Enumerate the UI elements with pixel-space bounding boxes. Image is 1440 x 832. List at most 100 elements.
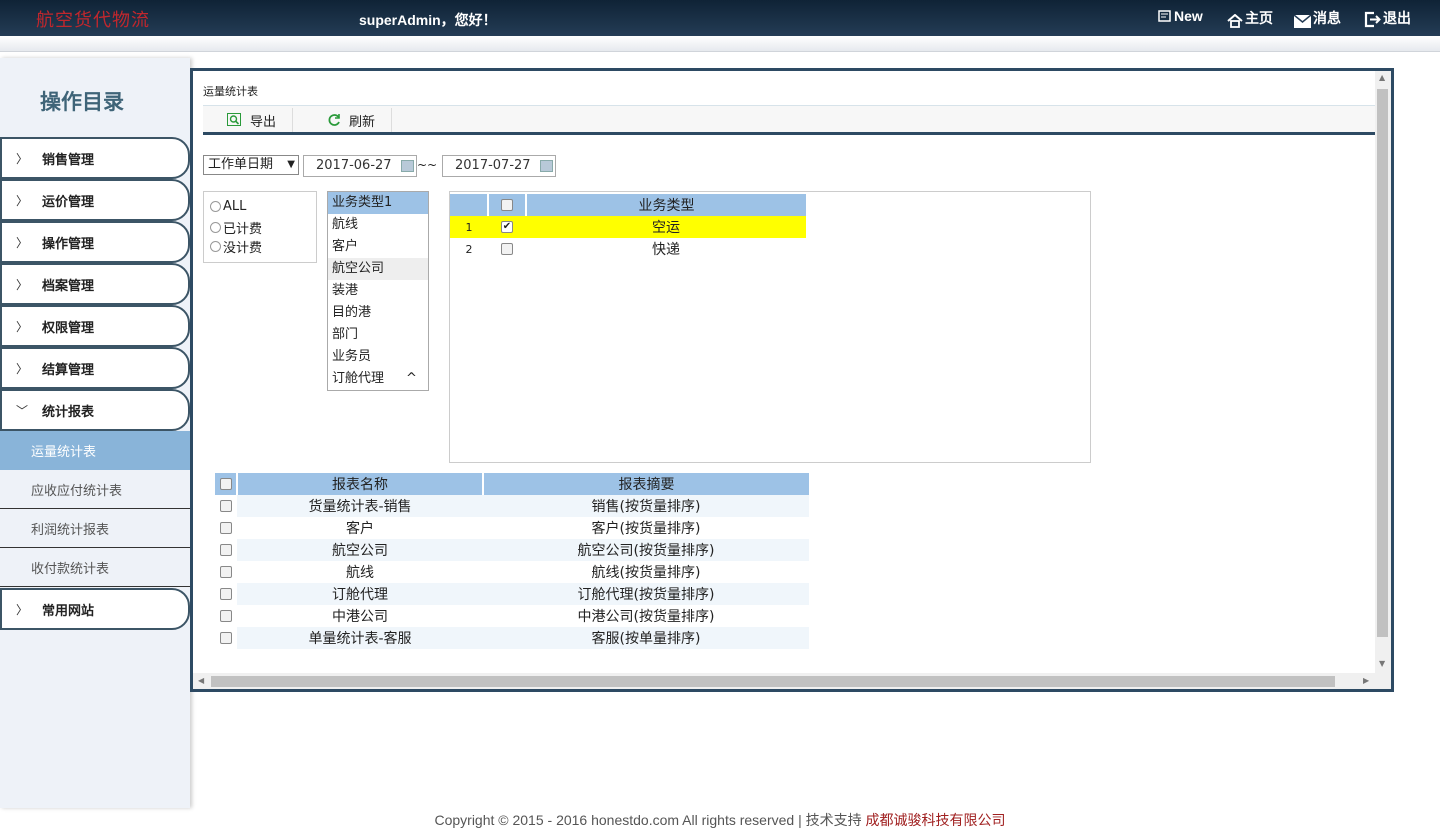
sidebar-menu-sales[interactable]: 〉销售管理: [0, 137, 190, 179]
table-row[interactable]: 1 ✔ 空运: [450, 216, 806, 238]
sidebar-menu-websites[interactable]: 〉常用网站: [0, 588, 190, 630]
row-checkbox-cell: [215, 495, 237, 517]
sidebar-menu-settlement[interactable]: 〉结算管理: [0, 347, 190, 389]
date-to-input[interactable]: 2017-07-27: [442, 155, 556, 177]
row-checkbox-cell: [215, 583, 237, 605]
footer: Copyright © 2015 - 2016 honestdo.com All…: [0, 810, 1440, 830]
fee-radio-all[interactable]: ALL: [210, 199, 246, 214]
sidebar-menu-archive[interactable]: 〉档案管理: [0, 263, 190, 305]
sidebar-menu-reports[interactable]: ﹀ 统计报表: [0, 389, 190, 431]
scroll-right-arrow-icon[interactable]: ▶: [1363, 676, 1369, 685]
home-icon: [1227, 14, 1243, 28]
vertical-scrollbar[interactable]: ▲ ▼: [1375, 71, 1391, 689]
row-checkbox[interactable]: [220, 588, 232, 600]
radio-icon[interactable]: [210, 201, 221, 212]
table-row[interactable]: 单量统计表-客服 客服(按单量排序): [215, 627, 809, 649]
horizontal-scroll-thumb[interactable]: [211, 676, 1335, 687]
scroll-up-arrow-icon[interactable]: ▲: [1379, 73, 1385, 82]
table-row[interactable]: 货量统计表-销售 销售(按货量排序): [215, 495, 809, 517]
menu-label: 销售管理: [42, 152, 95, 168]
list-item[interactable]: 目的港: [328, 302, 428, 324]
list-item[interactable]: 订舱代理 ^: [328, 368, 428, 390]
business-type-grid: 业务类型 1 ✔ 空运 2 快递: [450, 194, 806, 260]
nav-logout-button[interactable]: 退出: [1364, 8, 1411, 28]
refresh-button[interactable]: 刷新: [303, 108, 393, 132]
content-frame: 运量统计表 导出 刷新 工作单日期 ▼ 2017-06-27 ~~ 2017-0…: [190, 68, 1394, 692]
vertical-scroll-thumb[interactable]: [1377, 89, 1388, 637]
list-item[interactable]: 航空公司: [328, 258, 428, 280]
footer-company-link[interactable]: 成都诚骏科技有限公司: [866, 812, 1006, 828]
row-checkbox[interactable]: [220, 500, 232, 512]
chevron-right-icon: 〉: [15, 151, 28, 166]
select-all-checkbox[interactable]: [219, 478, 232, 490]
list-item[interactable]: 业务类型1: [328, 192, 428, 214]
row-checkbox[interactable]: [220, 610, 232, 622]
sidebar-menu-pricing[interactable]: 〉运价管理: [0, 179, 190, 221]
export-button[interactable]: 导出: [203, 108, 294, 132]
table-row[interactable]: 中港公司 中港公司(按货量排序): [215, 605, 809, 627]
nav-new-button[interactable]: New: [1158, 8, 1203, 24]
fee-filter-group: ALL 已计费 没计费: [203, 191, 317, 263]
row-checkbox[interactable]: [220, 566, 232, 578]
table-row[interactable]: 航线 航线(按货量排序): [215, 561, 809, 583]
menu-label: 统计报表: [42, 404, 95, 420]
list-item[interactable]: 业务员: [328, 346, 428, 368]
sidebar: 操作目录 〉销售管理 〉运价管理 〉操作管理 〉档案管理 〉权限管理 〉结算管理…: [0, 58, 190, 808]
submenu-payment-report[interactable]: 收付款统计表: [0, 548, 190, 587]
app-logo: 航空货代物流: [36, 10, 150, 31]
calendar-icon[interactable]: [401, 160, 414, 172]
radio-icon[interactable]: [210, 222, 221, 233]
dropdown-arrow-icon: ▼: [287, 159, 295, 170]
row-checkbox-cell: ✔: [488, 216, 526, 238]
select-all-checkbox[interactable]: [501, 199, 513, 211]
list-item[interactable]: 装港: [328, 280, 428, 302]
report-summary: 订舱代理(按货量排序): [483, 583, 809, 605]
table-row[interactable]: 航空公司 航空公司(按货量排序): [215, 539, 809, 561]
fee-radio-charged[interactable]: 已计费: [210, 218, 262, 237]
date-from-input[interactable]: 2017-06-27: [303, 155, 417, 177]
list-item[interactable]: 航线: [328, 214, 428, 236]
row-checkbox-cell: [215, 561, 237, 583]
row-checkbox[interactable]: [220, 544, 232, 556]
report-name: 航线: [346, 565, 374, 581]
logout-icon: [1364, 11, 1381, 28]
user-greeting: superAdmin，您好！: [359, 12, 497, 28]
mail-icon: [1294, 15, 1311, 28]
table-row[interactable]: 订舱代理 订舱代理(按货量排序): [215, 583, 809, 605]
table-row[interactable]: 客户 客户(按货量排序): [215, 517, 809, 539]
row-number: 1: [450, 216, 488, 238]
nav-message-button[interactable]: 消息: [1294, 8, 1341, 28]
sidebar-menu-operations[interactable]: 〉操作管理: [0, 221, 190, 263]
dimension-list[interactable]: 业务类型1 航线 客户 航空公司 装港 目的港 部门 业务员 订舱代理 ^: [327, 191, 429, 391]
radio-label: 已计费: [223, 222, 263, 237]
sidebar-menu-permissions[interactable]: 〉权限管理: [0, 305, 190, 347]
row-checkbox[interactable]: ✔: [501, 221, 513, 233]
row-checkbox[interactable]: [501, 243, 513, 255]
row-checkbox[interactable]: [220, 632, 232, 644]
horizontal-scrollbar[interactable]: ◀ ▶: [193, 673, 1375, 689]
row-number: 2: [465, 242, 473, 256]
row-checkbox-cell: [215, 627, 237, 649]
scroll-left-arrow-icon[interactable]: ◀: [198, 676, 204, 685]
calendar-icon[interactable]: [540, 160, 553, 172]
fee-radio-uncharged[interactable]: 没计费: [210, 237, 262, 256]
table-row[interactable]: 2 快递: [450, 238, 806, 260]
menu-label: 结算管理: [42, 362, 95, 378]
radio-icon[interactable]: [210, 241, 221, 252]
submenu-volume-report[interactable]: 运量统计表: [0, 431, 190, 470]
grid-header-type: 业务类型: [526, 194, 806, 216]
chevron-right-icon: 〉: [15, 361, 28, 376]
nav-home-button[interactable]: 主页: [1227, 8, 1273, 28]
chevron-right-icon: 〉: [15, 193, 28, 208]
list-item[interactable]: 客户: [328, 236, 428, 258]
report-header-check: [215, 473, 238, 495]
new-doc-icon: [1158, 10, 1171, 22]
scroll-down-arrow-icon[interactable]: ▼: [1379, 659, 1385, 668]
export-icon: [227, 113, 241, 126]
submenu-profit-report[interactable]: 利润统计报表: [0, 509, 190, 548]
scroll-up-icon[interactable]: ^: [406, 368, 417, 390]
row-checkbox[interactable]: [220, 522, 232, 534]
list-item[interactable]: 部门: [328, 324, 428, 346]
submenu-ar-ap-report[interactable]: 应收应付统计表: [0, 470, 190, 509]
date-field-select[interactable]: 工作单日期 ▼: [203, 155, 299, 175]
